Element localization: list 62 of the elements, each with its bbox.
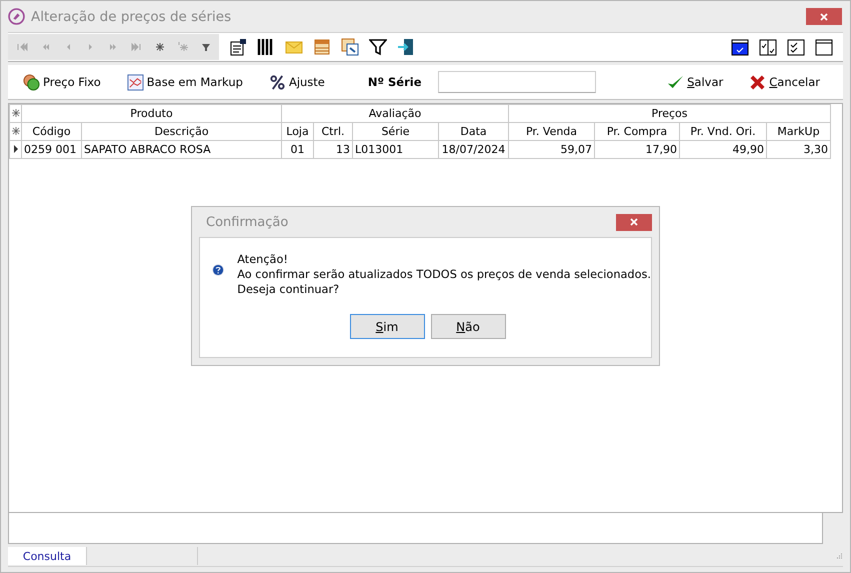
table-cell: 01 xyxy=(282,140,314,158)
table-cell: 17,90 xyxy=(594,140,680,158)
checklist-icon[interactable] xyxy=(759,38,777,56)
close-icon xyxy=(629,217,639,227)
blank-window-icon[interactable] xyxy=(815,38,833,56)
group-header: Produto xyxy=(22,104,282,122)
column-header[interactable]: Descrição xyxy=(82,122,282,140)
funnel-icon[interactable] xyxy=(369,38,387,56)
exit-door-icon[interactable] xyxy=(397,38,415,56)
column-header[interactable]: MarkUp xyxy=(766,122,830,140)
coins-icon xyxy=(23,74,40,90)
asterisk-icon xyxy=(12,109,20,117)
table-cell: 49,90 xyxy=(680,140,766,158)
status-tab[interactable]: Consulta xyxy=(8,547,87,565)
line-chart-icon xyxy=(126,74,144,90)
checked-window-icon[interactable] xyxy=(731,38,749,56)
dialog-title: Confirmação xyxy=(206,214,288,230)
group-header: Avaliação xyxy=(282,104,508,122)
cross-icon xyxy=(749,74,766,90)
window-icon[interactable] xyxy=(341,38,359,56)
percent-icon xyxy=(268,74,286,90)
action-button[interactable]: Base em Markup xyxy=(122,72,248,92)
serial-number-field[interactable] xyxy=(438,71,596,93)
close-icon xyxy=(819,12,829,22)
column-header[interactable]: Código xyxy=(22,122,82,140)
column-header[interactable]: Pr. Venda xyxy=(508,122,594,140)
close-button[interactable] xyxy=(806,8,842,25)
asterisk-icon xyxy=(12,127,20,135)
checklist-icon[interactable] xyxy=(787,38,805,56)
close-button[interactable] xyxy=(616,214,652,230)
table-cell: SAPATO ABRACO ROSA xyxy=(82,140,282,158)
dialog-message: Ao confirmar serão atualizados TODOS os preços de venda selecionados. xyxy=(237,267,651,282)
checkmark-icon xyxy=(667,74,684,90)
resize-grip-icon[interactable] xyxy=(835,552,843,560)
serial-number-label: Nº Série xyxy=(368,75,422,89)
column-header[interactable]: Pr. Compra xyxy=(594,122,680,140)
document-settings-icon[interactable] xyxy=(229,38,247,56)
column-header[interactable]: Ctrl. xyxy=(314,122,352,140)
column-header[interactable]: Série xyxy=(352,122,438,140)
dialog-message: Deseja continuar? xyxy=(237,282,340,297)
action-button[interactable]: Preço Fixo xyxy=(18,72,106,92)
table-cell: 3,30 xyxy=(766,140,830,158)
yes-button[interactable]: Sim xyxy=(350,314,424,339)
table-cell: 13 xyxy=(314,140,352,158)
no-button[interactable]: Não xyxy=(430,314,506,339)
column-header[interactable]: Data xyxy=(438,122,508,140)
barcode-icon[interactable] xyxy=(257,38,275,56)
window-title: Alteração de preços de séries xyxy=(31,8,232,24)
column-header[interactable]: Loja xyxy=(282,122,314,140)
table-cell: 0259 001 xyxy=(22,140,82,158)
cancel-button[interactable]: Cancelar xyxy=(744,72,825,92)
action-button[interactable]: Ajuste xyxy=(264,72,330,92)
table-icon[interactable] xyxy=(313,38,331,56)
current-row-icon xyxy=(14,145,18,153)
app-icon xyxy=(8,8,25,25)
table-cell: 59,07 xyxy=(508,140,594,158)
table-cell: L013001 xyxy=(352,140,438,158)
column-header[interactable]: Pr. Vnd. Ori. xyxy=(680,122,766,140)
group-header: Preços xyxy=(508,104,830,122)
dialog-message: Atenção! xyxy=(237,252,289,267)
save-button[interactable]: Salvar xyxy=(662,72,728,92)
table-cell: 18/07/2024 xyxy=(438,140,508,158)
